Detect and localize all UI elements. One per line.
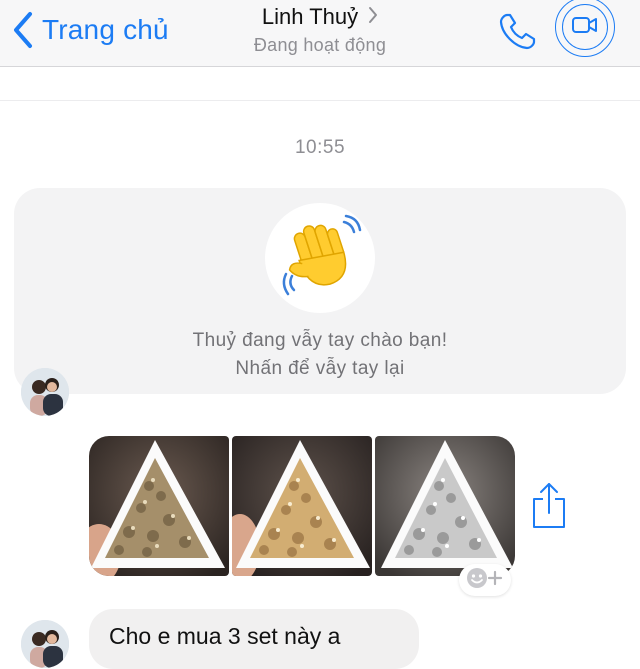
back-button[interactable]: Trang chủ	[12, 8, 169, 52]
add-reaction-button[interactable]	[459, 564, 511, 596]
add-reaction-icon	[465, 566, 505, 595]
photo-attachment[interactable]	[89, 436, 229, 576]
chat-header: Trang chủ Linh Thuỷ Đang hoạt động	[0, 0, 640, 67]
contact-avatar[interactable]	[21, 368, 69, 416]
phone-icon	[497, 13, 539, 56]
contact-title[interactable]: Linh Thuỷ Đang hoạt động	[180, 0, 460, 56]
active-status: Đang hoạt động	[253, 35, 387, 55]
contact-name[interactable]: Linh Thuỷ	[262, 4, 358, 30]
chevron-left-icon	[12, 11, 34, 49]
waving-hand-icon	[278, 214, 362, 303]
voice-call-button[interactable]	[497, 10, 539, 52]
message-text: Cho e mua 3 set này a	[109, 623, 341, 649]
wave-card-text: Thuỷ đang vẫy tay chào bạn! Nhấn để vẫy …	[14, 327, 626, 383]
chevron-right-icon	[368, 6, 378, 29]
video-call-button[interactable]	[555, 0, 615, 57]
incoming-message-bubble[interactable]: Cho e mua 3 set này a	[89, 609, 419, 669]
photo-attachment[interactable]	[232, 436, 372, 576]
wave-back-prompt: Nhấn để vẫy tay lại	[235, 358, 405, 379]
divider	[0, 100, 640, 101]
wave-emoji-circle	[265, 203, 375, 313]
contact-avatar[interactable]	[21, 620, 69, 668]
wave-message: Thuỷ đang vẫy tay chào bạn!	[192, 330, 448, 351]
video-camera-icon	[572, 16, 598, 39]
photo-attachment[interactable]	[375, 436, 515, 576]
wave-back-card[interactable]: Thuỷ đang vẫy tay chào bạn! Nhấn để vẫy …	[14, 188, 626, 394]
video-call-inner-ring	[562, 4, 608, 50]
message-timestamp: 10:55	[294, 137, 346, 158]
share-icon	[529, 483, 569, 535]
back-label: Trang chủ	[42, 14, 169, 45]
share-button[interactable]	[529, 481, 569, 531]
